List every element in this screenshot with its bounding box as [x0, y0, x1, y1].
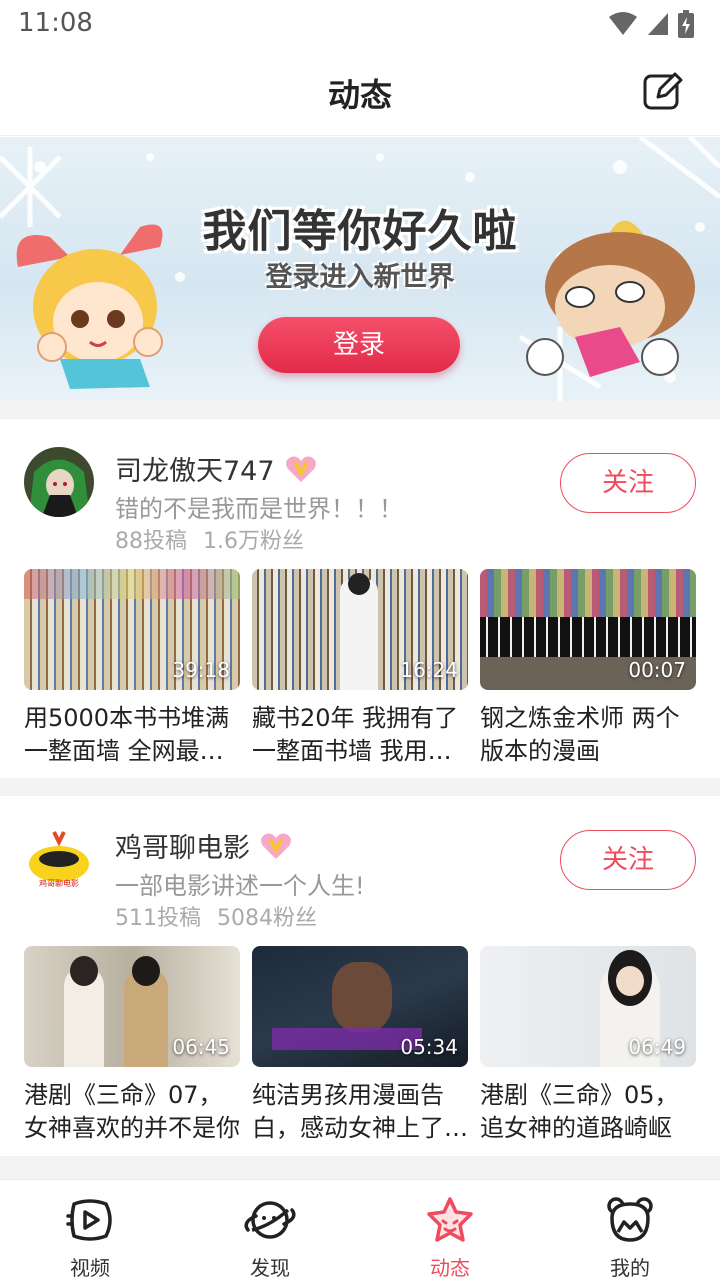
- video-item[interactable]: 05:34 纯洁男孩用漫画告白，感动女神上了他的车: [252, 946, 468, 1145]
- video-duration: 06:45: [172, 1035, 230, 1059]
- video-item[interactable]: 16:24 藏书20年 我拥有了一整面书墙 我用书堆满了: [252, 569, 468, 768]
- user-bio: 一部电影讲述一个人生!: [115, 872, 365, 900]
- wifi-icon: [609, 12, 637, 35]
- video-title[interactable]: 港剧《三命》05，追女神的道路崎岖: [480, 1079, 696, 1145]
- posts-count: 511投稿: [115, 906, 201, 931]
- video-title[interactable]: 藏书20年 我拥有了一整面书墙 我用书堆满了: [252, 702, 468, 768]
- video-duration: 16:24: [400, 658, 458, 682]
- banner-headline: 我们等你好久啦: [202, 206, 518, 257]
- video-thumbnail[interactable]: 16:24: [252, 569, 468, 690]
- planet-icon: [244, 1201, 296, 1239]
- video-duration: 39:18: [172, 658, 230, 682]
- video-thumbnail[interactable]: 06:45: [24, 946, 240, 1067]
- feed-card: 鸡哥聊电影 鸡哥聊电影 一部电影讲述一个人生! 511投稿 5084粉丝 关注 0…: [0, 796, 720, 1156]
- video-item[interactable]: 06:45 港剧《三命》07，女神喜欢的并不是你: [24, 946, 240, 1145]
- video-duration: 06:49: [628, 1035, 686, 1059]
- vip-heart-badge-icon: [261, 833, 291, 859]
- battery-icon: [678, 10, 694, 38]
- video-row: 39:18 用5000本书书堆满一整面墙 全网最大个人书房 16:24 藏书20…: [24, 569, 696, 768]
- nav-label: 我的: [610, 1256, 650, 1280]
- video-play-icon: [66, 1199, 112, 1241]
- username-row: 鸡哥聊电影: [115, 826, 292, 865]
- video-item[interactable]: 06:49 港剧《三命》05，追女神的道路崎岖: [480, 946, 696, 1145]
- username[interactable]: 司龙傲天747: [115, 449, 275, 488]
- banner-subtitle: 登录进入新世界: [265, 262, 455, 293]
- video-duration: 05:34: [400, 1035, 458, 1059]
- follow-button[interactable]: 关注: [560, 453, 696, 513]
- login-banner[interactable]: 我们等你好久啦 登录进入新世界 登录: [0, 137, 720, 401]
- login-button[interactable]: 登录: [258, 317, 460, 373]
- video-thumbnail[interactable]: 06:49: [480, 946, 696, 1067]
- nav-item-feed[interactable]: 动态: [360, 1180, 540, 1280]
- avatar[interactable]: [24, 447, 94, 517]
- edit-post-icon[interactable]: [642, 70, 684, 112]
- user-stats: 88投稿 1.6万粉丝: [115, 523, 304, 555]
- video-row: 06:45 港剧《三命》07，女神喜欢的并不是你 05:34 纯洁男孩用漫画告白…: [24, 946, 696, 1145]
- follow-button[interactable]: 关注: [560, 830, 696, 890]
- user-stats: 511投稿 5084粉丝: [115, 900, 317, 932]
- video-thumbnail[interactable]: 00:07: [480, 569, 696, 690]
- nav-item-discover[interactable]: 发现: [180, 1180, 360, 1280]
- feed-card: 司龙傲天747 错的不是我而是世界！！！ 88投稿 1.6万粉丝 关注 39:18…: [0, 419, 720, 779]
- status-bar: 11:08: [0, 0, 720, 50]
- video-item[interactable]: 39:18 用5000本书书堆满一整面墙 全网最大个人书房: [24, 569, 240, 768]
- user-bio: 错的不是我而是世界！！！: [115, 495, 403, 523]
- signal-icon: [648, 13, 668, 35]
- app-header: 动态: [0, 50, 720, 136]
- nav-item-profile[interactable]: 我的: [540, 1180, 720, 1280]
- video-title[interactable]: 港剧《三命》07，女神喜欢的并不是你: [24, 1079, 240, 1145]
- vip-heart-badge-icon: [285, 456, 316, 482]
- section-divider: [0, 401, 720, 419]
- page-title: 动态: [327, 76, 392, 114]
- bear-profile-icon: [607, 1197, 653, 1242]
- video-thumbnail[interactable]: 39:18: [24, 569, 240, 690]
- nav-label: 动态: [430, 1256, 470, 1280]
- fans-count: 5084粉丝: [217, 906, 317, 931]
- username[interactable]: 鸡哥聊电影: [115, 826, 250, 865]
- section-divider: [0, 1156, 720, 1179]
- section-divider: [0, 778, 720, 796]
- status-time: 11:08: [18, 8, 93, 38]
- video-title[interactable]: 纯洁男孩用漫画告白，感动女神上了他的车: [252, 1079, 468, 1145]
- video-item[interactable]: 00:07 钢之炼金术师 两个版本的漫画: [480, 569, 696, 768]
- nav-item-video[interactable]: 视频: [0, 1180, 180, 1280]
- star-icon: [427, 1197, 473, 1242]
- video-title[interactable]: 钢之炼金术师 两个版本的漫画: [480, 702, 696, 768]
- bottom-nav: 视频 发现 动态 我的: [0, 1179, 720, 1280]
- nav-label: 视频: [70, 1256, 110, 1280]
- video-thumbnail[interactable]: 05:34: [252, 946, 468, 1067]
- svg-text:鸡哥聊电影: 鸡哥聊电影: [39, 878, 79, 888]
- posts-count: 88投稿: [115, 529, 187, 554]
- nav-label: 发现: [250, 1256, 290, 1280]
- video-duration: 00:07: [628, 658, 686, 682]
- avatar[interactable]: 鸡哥聊电影: [24, 824, 94, 894]
- username-row: 司龙傲天747: [115, 449, 317, 488]
- status-icons: [608, 9, 694, 39]
- fans-count: 1.6万粉丝: [203, 529, 304, 554]
- video-title[interactable]: 用5000本书书堆满一整面墙 全网最大个人书房: [24, 702, 240, 768]
